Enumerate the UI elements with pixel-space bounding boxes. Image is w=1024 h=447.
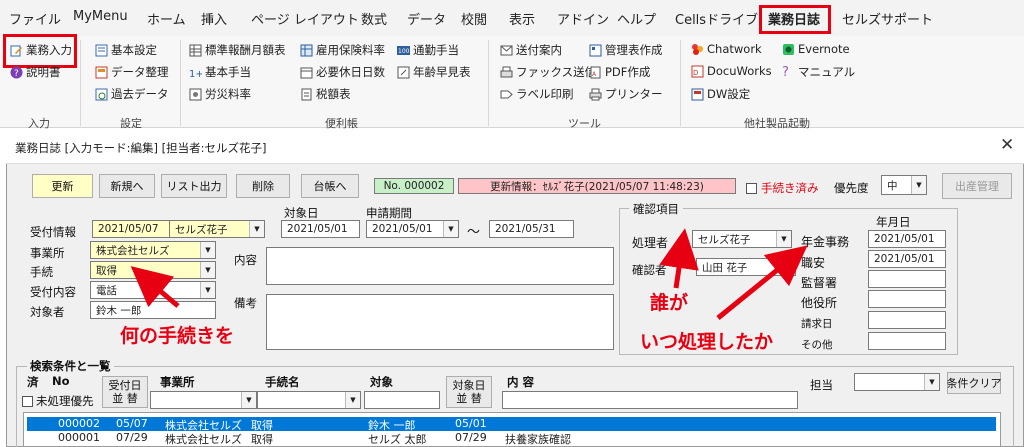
col-procedure: 手続名 xyxy=(265,375,300,389)
arrow-procedure xyxy=(130,266,180,308)
col-office: 事業所 xyxy=(160,375,195,389)
unprocessed-priority-label: 未処理優先 xyxy=(36,394,94,408)
chevron-down-icon: ▼ xyxy=(924,374,939,390)
annotation-when: いつ処理したか xyxy=(640,331,774,353)
col-staff: 担当 xyxy=(810,378,833,392)
sort-reception-line1: 受付日 xyxy=(108,379,142,392)
table-row[interactable]: 000001 07/29 株式会社セルズ 取得 セルズ 太郎 07/29 扶養家… xyxy=(27,431,996,446)
row-date: 07/29 xyxy=(116,431,148,444)
row-no: 000002 xyxy=(58,417,100,430)
annotation-who: 誰が xyxy=(650,292,689,314)
sort-target-line1: 対象日 xyxy=(452,379,486,392)
office-filter-select[interactable]: ▼ xyxy=(150,391,257,409)
sort-target-line2: 並 替 xyxy=(456,392,482,405)
row-target-date: 05/01 xyxy=(455,417,487,430)
row-office: 株式会社セルズ xyxy=(165,433,242,446)
arrow-when xyxy=(716,245,808,320)
sort-reception-line2: 並 替 xyxy=(112,392,138,405)
unprocessed-priority-checkbox[interactable]: 未処理優先 xyxy=(22,393,94,409)
col-content: 内 容 xyxy=(507,375,535,389)
chevron-down-icon: ▼ xyxy=(345,392,360,408)
clear-conditions-button[interactable]: 条件クリア xyxy=(947,372,1002,394)
sort-reception-button[interactable]: 受付日 並 替 xyxy=(102,376,148,408)
table-row[interactable]: 000002 05/07 株式会社セルズ 取得 鈴木 一郎 05/01 xyxy=(27,417,996,432)
search-title: 検索条件と一覧 xyxy=(27,358,114,374)
row-target-date: 07/29 xyxy=(455,431,487,444)
row-no: 000001 xyxy=(58,431,100,444)
row-person: セルズ 太郎 xyxy=(368,433,427,446)
col-done: 済 xyxy=(27,375,39,389)
checkbox-icon xyxy=(22,395,33,407)
annotation-what-procedure: 何の手続きを xyxy=(120,325,235,347)
sort-target-button[interactable]: 対象日 並 替 xyxy=(446,376,492,408)
row-content: 扶養家族確認 xyxy=(505,433,571,446)
row-date: 05/07 xyxy=(116,417,148,430)
chevron-down-icon: ▼ xyxy=(241,392,256,408)
content-filter-field[interactable] xyxy=(502,391,798,409)
col-person: 対象 xyxy=(370,375,393,389)
arrow-handler xyxy=(659,228,699,289)
col-no: No xyxy=(52,374,70,388)
staff-filter-select[interactable]: ▼ xyxy=(854,373,940,391)
procedure-filter-select[interactable]: ▼ xyxy=(257,391,361,409)
row-procedure: 取得 xyxy=(251,433,273,446)
person-filter-field[interactable] xyxy=(364,391,440,409)
